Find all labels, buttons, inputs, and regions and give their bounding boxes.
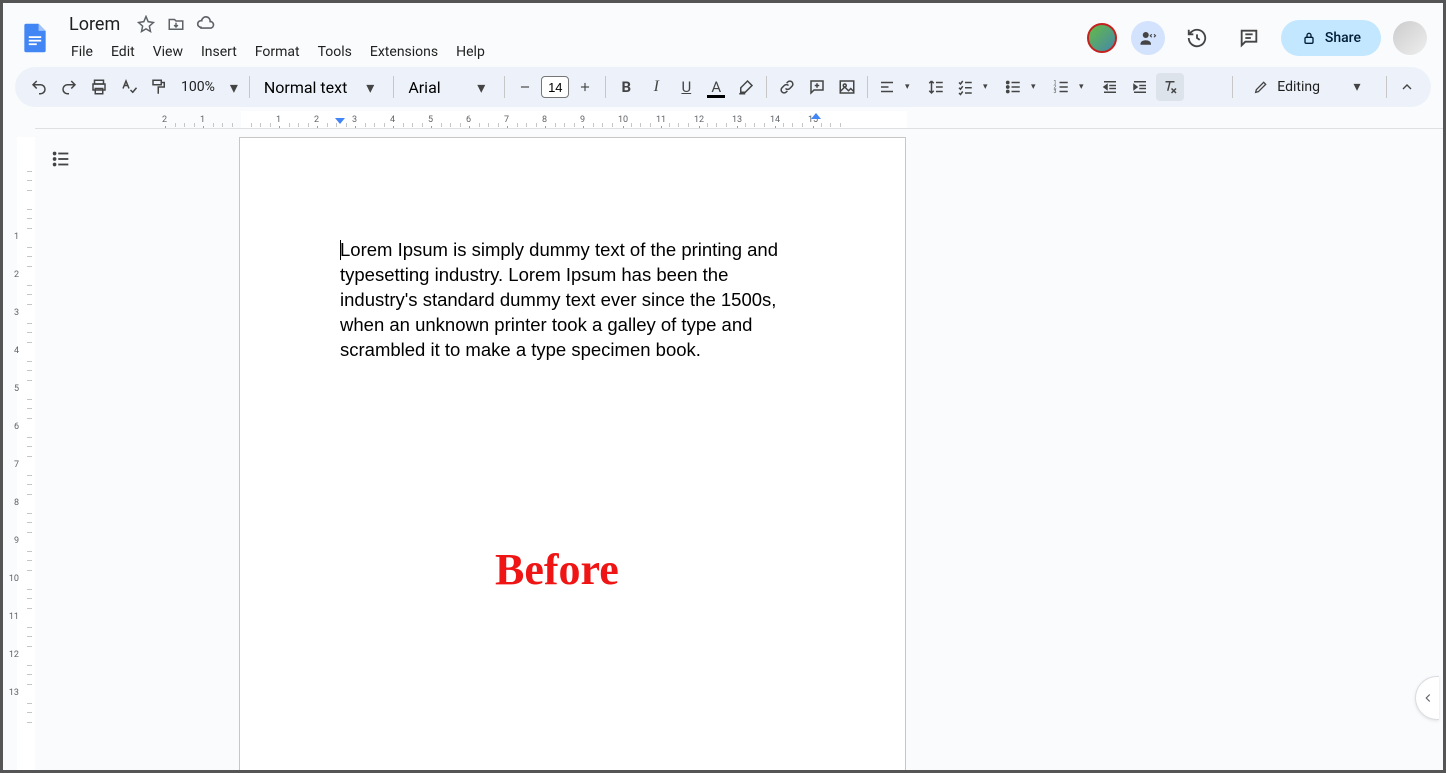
right-indent-marker[interactable]	[811, 113, 821, 119]
titlebar: Lorem File Edit View Insert Format Tools…	[3, 3, 1443, 67]
italic-button[interactable]: I	[642, 73, 670, 101]
anonymous-badge[interactable]	[1131, 21, 1165, 55]
chevron-down-icon: ▾	[1072, 82, 1090, 92]
document-body[interactable]: Lorem Ipsum is simply dummy text of the …	[340, 238, 785, 363]
zoom-dropdown[interactable]: 100% ▾	[175, 78, 243, 97]
comments-icon[interactable]	[1229, 18, 1269, 58]
font-family-dropdown[interactable]: Arial ▾	[400, 73, 498, 101]
menu-format[interactable]: Format	[247, 40, 308, 64]
docs-logo[interactable]	[15, 18, 55, 58]
show-outline-button[interactable]	[45, 143, 77, 175]
increase-indent-button[interactable]	[1126, 73, 1154, 101]
menu-extensions[interactable]: Extensions	[362, 40, 446, 64]
numbered-list-button[interactable]: 123▾	[1048, 73, 1094, 101]
insert-image-button[interactable]	[833, 73, 861, 101]
underline-button[interactable]: U	[672, 73, 700, 101]
line-spacing-button[interactable]	[922, 73, 950, 101]
menu-bar: File Edit View Insert Format Tools Exten…	[63, 38, 493, 66]
font-size-input[interactable]	[541, 76, 569, 98]
editing-mode-dropdown[interactable]: Editing ▾	[1239, 72, 1380, 102]
clear-formatting-button[interactable]	[1156, 73, 1184, 101]
chevron-down-icon: ▾	[976, 82, 994, 92]
chevron-down-icon: ▾	[472, 78, 490, 97]
bulleted-list-button[interactable]: ▾	[1000, 73, 1046, 101]
paragraph-style-dropdown[interactable]: Normal text ▾	[256, 73, 387, 101]
first-line-indent-marker[interactable]	[335, 118, 345, 124]
zoom-value: 100%	[175, 79, 221, 95]
checklist-button[interactable]: ▾	[952, 73, 998, 101]
insert-link-button[interactable]	[773, 73, 801, 101]
spellcheck-button[interactable]	[115, 73, 143, 101]
toolbar: 100% ▾ Normal text ▾ Arial ▾ B I U A ▾ ▾…	[15, 67, 1431, 107]
menu-tools[interactable]: Tools	[310, 40, 360, 64]
move-icon[interactable]	[166, 14, 186, 34]
menu-insert[interactable]: Insert	[193, 40, 245, 64]
share-label: Share	[1325, 30, 1361, 46]
star-icon[interactable]	[136, 14, 156, 34]
share-button[interactable]: Share	[1281, 20, 1381, 56]
redo-button[interactable]	[55, 73, 83, 101]
menu-view[interactable]: View	[145, 40, 191, 64]
align-button[interactable]: ▾	[874, 73, 920, 101]
user-avatar[interactable]	[1393, 21, 1427, 55]
editing-mode-label: Editing	[1277, 79, 1320, 95]
cloud-status-icon[interactable]	[196, 14, 216, 34]
document-canvas[interactable]: Lorem Ipsum is simply dummy text of the …	[35, 129, 1443, 770]
titlebar-right: Share	[1085, 18, 1431, 58]
chevron-down-icon: ▾	[225, 78, 243, 97]
undo-button[interactable]	[25, 73, 53, 101]
history-icon[interactable]	[1177, 18, 1217, 58]
text-color-button[interactable]: A	[702, 73, 730, 101]
font-family-value: Arial	[408, 78, 458, 97]
chevron-down-icon: ▾	[898, 82, 916, 92]
page: Lorem Ipsum is simply dummy text of the …	[239, 137, 906, 770]
increase-font-size-button[interactable]	[571, 73, 599, 101]
collaborator-avatar[interactable]	[1085, 21, 1119, 55]
paint-format-button[interactable]	[145, 73, 173, 101]
chevron-down-icon: ▾	[361, 78, 379, 97]
add-comment-button[interactable]	[803, 73, 831, 101]
chevron-down-icon: ▾	[1348, 79, 1366, 95]
horizontal-ruler[interactable]: 21123456789101112131415	[35, 111, 1443, 129]
vertical-ruler[interactable]: 12345678910111213	[3, 129, 35, 770]
decrease-font-size-button[interactable]	[511, 73, 539, 101]
highlight-color-button[interactable]	[732, 73, 760, 101]
menu-help[interactable]: Help	[448, 40, 493, 64]
decrease-indent-button[interactable]	[1096, 73, 1124, 101]
paragraph-style-value: Normal text	[264, 78, 347, 97]
menu-edit[interactable]: Edit	[103, 40, 143, 64]
document-title[interactable]: Lorem	[63, 12, 126, 37]
svg-text:3: 3	[1054, 89, 1057, 95]
title-block: Lorem File Edit View Insert Format Tools…	[63, 10, 493, 66]
annotation-text: Before	[495, 544, 619, 595]
menu-file[interactable]: File	[63, 40, 101, 64]
print-button[interactable]	[85, 73, 113, 101]
bold-button[interactable]: B	[612, 73, 640, 101]
collapse-toolbar-button[interactable]	[1393, 73, 1421, 101]
chevron-down-icon: ▾	[1024, 82, 1042, 92]
